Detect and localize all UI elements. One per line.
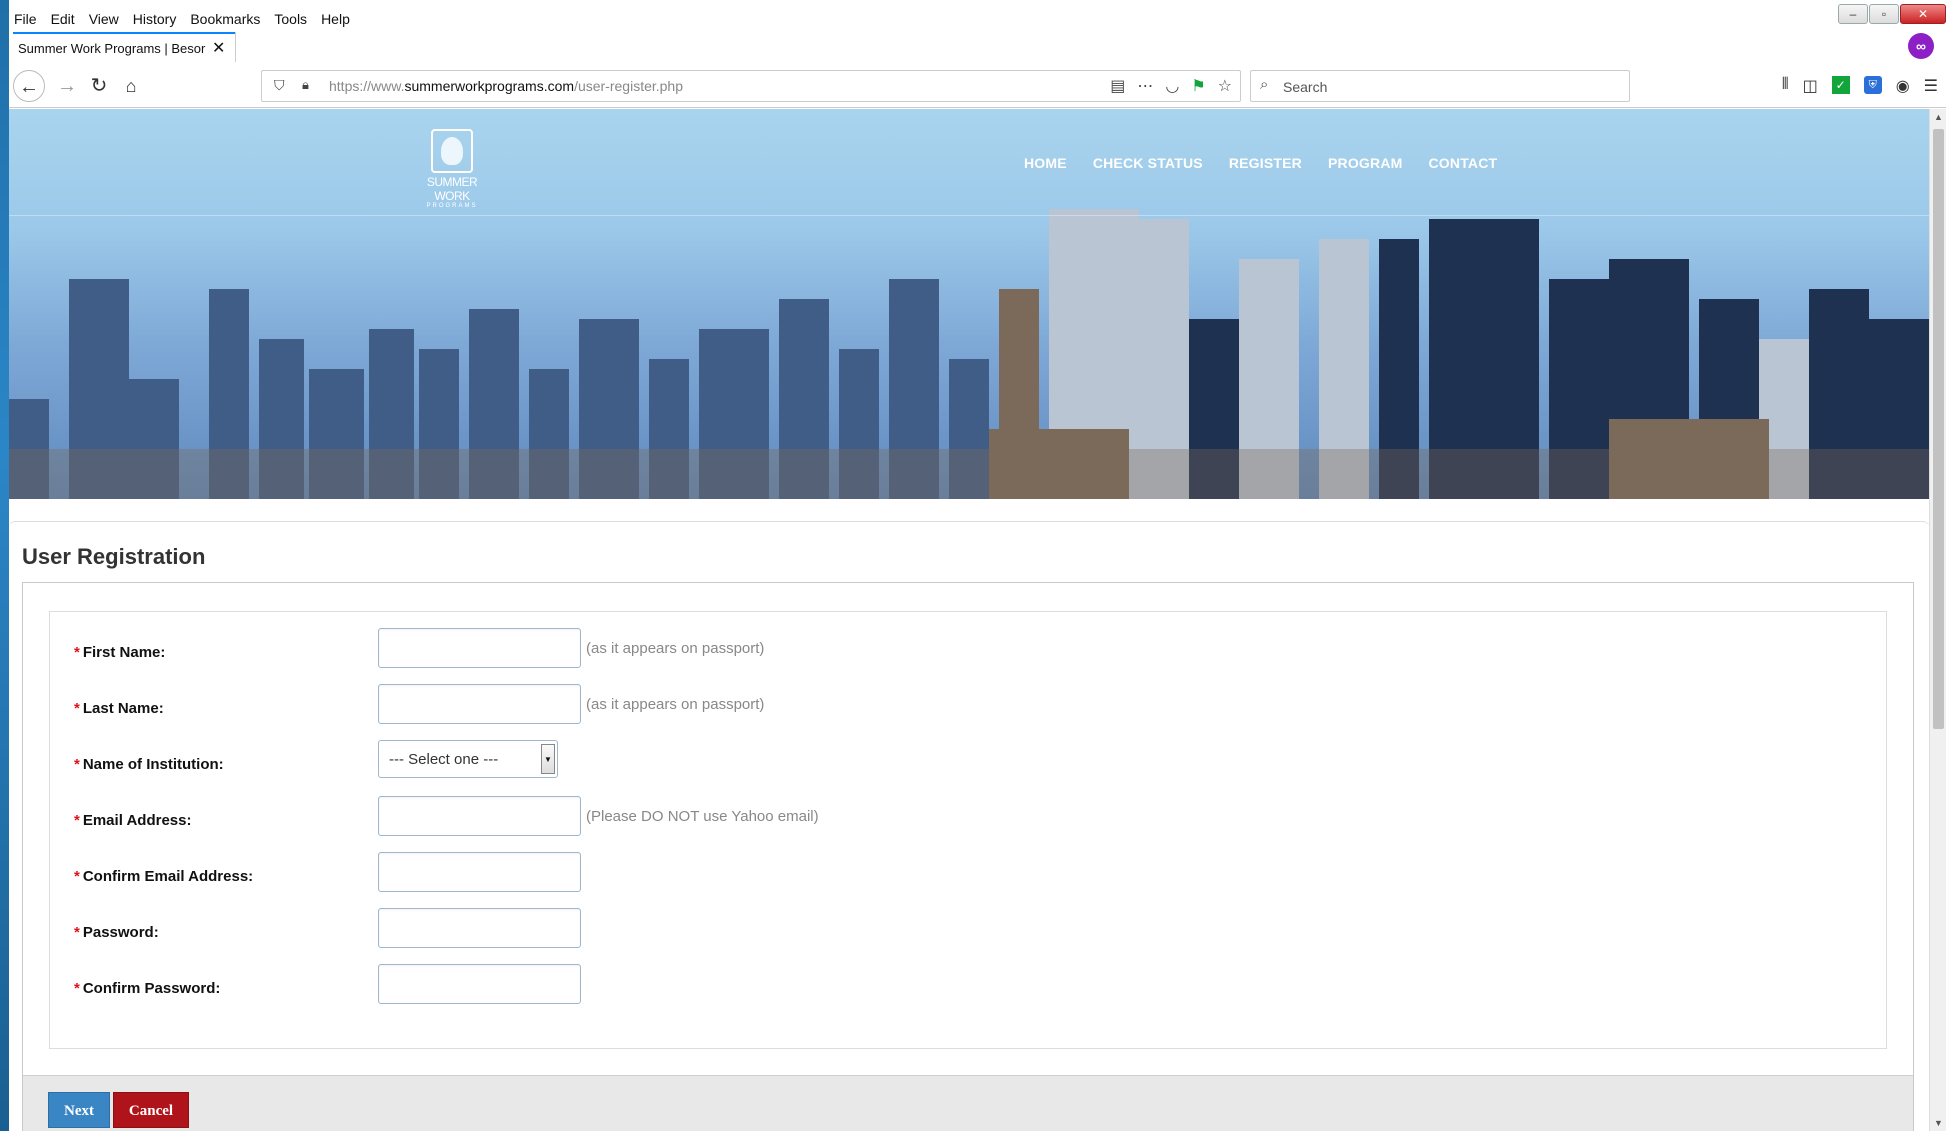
confirm-email-input[interactable]: [378, 852, 581, 892]
menu-history[interactable]: History: [133, 11, 177, 27]
nav-program[interactable]: PROGRAM: [1328, 155, 1403, 171]
menu-edit[interactable]: Edit: [51, 11, 75, 27]
search-bar[interactable]: ⌕ Search: [1250, 70, 1630, 102]
flag-icon[interactable]: ⚑: [1191, 76, 1205, 96]
home-icon[interactable]: ⌂: [115, 70, 147, 102]
nav-check-status[interactable]: CHECK STATUS: [1093, 155, 1203, 171]
email-hint: (Please DO NOT use Yahoo email): [586, 808, 819, 825]
form-fields-box: * First Name: (as it appears on passport)…: [49, 611, 1887, 1049]
menu-file[interactable]: File: [14, 11, 37, 27]
search-icon: ⌕: [1260, 76, 1269, 93]
first-name-input[interactable]: [378, 628, 581, 668]
nav-divider: [9, 215, 1929, 216]
menu-view[interactable]: View: [89, 11, 119, 27]
next-button[interactable]: Next: [48, 1092, 110, 1128]
confirm-email-row: * Confirm Email Address:: [74, 852, 1774, 892]
scroll-up-arrow-icon[interactable]: ▲: [1934, 112, 1943, 122]
url-text[interactable]: https://www.summerworkprograms.com/user-…: [329, 78, 683, 94]
bookmark-star-icon[interactable]: ☆: [1218, 76, 1232, 96]
institution-select[interactable]: --- Select one --- ▼: [378, 740, 558, 778]
scrollbar-thumb[interactable]: [1933, 129, 1944, 729]
reader-view-icon[interactable]: ▤: [1110, 76, 1125, 96]
email-input[interactable]: [378, 796, 581, 836]
site-logo[interactable]: SUMMER WORK PROGRAMS: [409, 129, 495, 209]
window-edge: [0, 0, 9, 1131]
password-row: * Password:: [74, 908, 1774, 948]
menu-tools[interactable]: Tools: [274, 11, 307, 27]
confirm-email-label: * Confirm Email Address:: [74, 868, 254, 885]
form-panel: * First Name: (as it appears on passport)…: [22, 582, 1914, 1131]
nav-contact[interactable]: CONTACT: [1429, 155, 1498, 171]
last-name-row: * Last Name: (as it appears on passport): [74, 684, 1774, 724]
nav-home[interactable]: HOME: [1024, 155, 1067, 171]
first-name-hint: (as it appears on passport): [586, 640, 765, 657]
pocket-icon[interactable]: ◡: [1165, 76, 1179, 96]
registration-card: User Registration * First Name: (as it ap…: [9, 521, 1929, 1131]
logo-text: SUMMER WORK: [426, 175, 478, 203]
form-actions-bar: Next Cancel: [23, 1075, 1913, 1131]
lock-icon[interactable]: 🔒︎: [302, 77, 309, 93]
scroll-down-arrow-icon[interactable]: ▼: [1934, 1118, 1943, 1128]
menu-bookmarks[interactable]: Bookmarks: [190, 11, 260, 27]
hamburger-menu-icon[interactable]: ☰: [1924, 76, 1938, 96]
password-input[interactable]: [378, 908, 581, 948]
first-name-row: * First Name: (as it appears on passport): [74, 628, 1774, 668]
navigation-toolbar: ← → ↻ ⌂ ⛉ 🔒︎ https://www.summerworkprogr…: [9, 64, 1946, 108]
browser-tab-active[interactable]: Summer Work Programs | Besor As ✕: [13, 32, 235, 62]
menu-help[interactable]: Help: [321, 11, 350, 27]
address-bar[interactable]: ⛉ 🔒︎ https://www.summerworkprograms.com/…: [261, 70, 1241, 102]
restore-button[interactable]: ▫: [1869, 4, 1899, 24]
vertical-scrollbar[interactable]: ▲ ▼: [1929, 109, 1946, 1131]
logo-mark-icon: [431, 129, 473, 173]
sidebar-icon[interactable]: ◫: [1803, 76, 1818, 96]
site-nav: HOME CHECK STATUS REGISTER PROGRAM CONTA…: [1024, 155, 1497, 171]
first-name-label: * First Name:: [74, 644, 166, 661]
account-icon[interactable]: ◉: [1896, 76, 1910, 96]
nav-register[interactable]: REGISTER: [1229, 155, 1302, 171]
last-name-label: * Last Name:: [74, 700, 164, 717]
tab-bar: Summer Work Programs | Besor As ✕ ∞: [9, 30, 1946, 64]
page-actions-icon[interactable]: ⋯: [1137, 76, 1153, 96]
hero-banner: SUMMER WORK PROGRAMS HOME CHECK STATUS R…: [9, 109, 1929, 499]
tracking-shield-icon[interactable]: ⛉: [274, 77, 285, 94]
email-row: * Email Address: (Please DO NOT use Yahoo…: [74, 796, 1774, 836]
library-icon[interactable]: ⫴: [1782, 76, 1789, 96]
password-label: * Password:: [74, 924, 159, 941]
shield-extension-icon[interactable]: ⛨: [1863, 76, 1882, 94]
last-name-input[interactable]: [378, 684, 581, 724]
page-viewport: SUMMER WORK PROGRAMS HOME CHECK STATUS R…: [9, 109, 1929, 1131]
cancel-button[interactable]: Cancel: [113, 1092, 189, 1128]
close-window-button[interactable]: ✕: [1900, 4, 1946, 24]
close-tab-icon[interactable]: ✕: [212, 38, 225, 58]
confirm-password-row: * Confirm Password:: [74, 964, 1774, 1004]
email-label: * Email Address:: [74, 812, 192, 829]
confirm-password-input[interactable]: [378, 964, 581, 1004]
search-placeholder: Search: [1283, 79, 1328, 95]
checkmark-extension-icon[interactable]: ✓: [1831, 76, 1850, 94]
forward-button[interactable]: →: [51, 70, 83, 102]
tab-title: Summer Work Programs | Besor As: [18, 40, 208, 56]
institution-row: * Name of Institution: --- Select one ---…: [74, 740, 1774, 780]
extension-badge-icon[interactable]: ∞: [1908, 33, 1934, 59]
page-title: User Registration: [22, 544, 206, 569]
last-name-hint: (as it appears on passport): [586, 696, 765, 713]
window-controls: – ▫ ✕: [1837, 4, 1946, 24]
city-skyline-image: [9, 209, 1929, 499]
minimize-button[interactable]: –: [1838, 4, 1868, 24]
confirm-password-label: * Confirm Password:: [74, 980, 221, 997]
institution-select-value: --- Select one ---: [389, 751, 499, 768]
logo-subtext: PROGRAMS: [426, 203, 478, 209]
institution-label: * Name of Institution:: [74, 756, 224, 773]
reload-button[interactable]: ↻: [83, 70, 115, 102]
dropdown-arrow-icon[interactable]: ▼: [541, 744, 555, 774]
back-button[interactable]: ←: [13, 70, 45, 102]
